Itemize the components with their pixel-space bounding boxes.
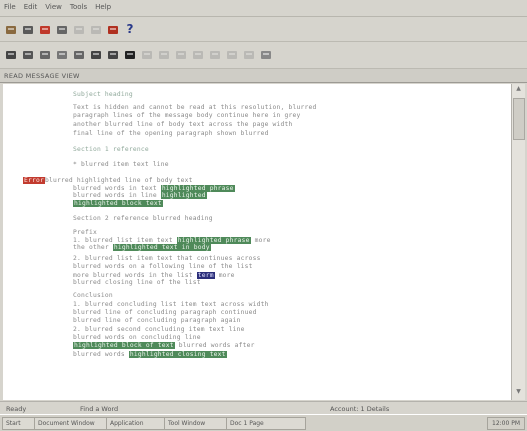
menu-bar: File Edit View Tools Help <box>0 0 527 17</box>
doc-line: Section 2 reference blurred heading <box>73 215 213 223</box>
taskbar-item[interactable]: Doc 1 Page <box>226 417 306 430</box>
doc-line: blurred words highlighted closing text <box>73 350 227 358</box>
doc-line: Errorblurred highlighted line of body te… <box>23 176 193 184</box>
table-icon[interactable] <box>89 47 103 61</box>
highlight-span: highlighted closing text <box>128 350 227 358</box>
doc-line: blurred words on a following line of the… <box>73 262 253 270</box>
text-span: more <box>214 271 235 279</box>
highlight-span: highlighted text in body <box>112 244 211 252</box>
cart-icon[interactable] <box>55 22 69 36</box>
doc-line: the other highlighted text in body <box>73 244 211 252</box>
format-toolbar <box>0 42 527 69</box>
help-icon[interactable]: ? <box>123 22 137 36</box>
text-span: blurred words in text <box>73 184 161 192</box>
status-right: Account: 1 Details <box>330 405 390 413</box>
line-icon[interactable] <box>191 47 205 61</box>
page-icon[interactable] <box>72 47 86 61</box>
block-icon[interactable] <box>123 47 137 61</box>
doc-line: blurred line of concluding paragraph aga… <box>73 316 241 324</box>
doc-line: Text is hidden and cannot be read at thi… <box>73 104 317 112</box>
menu-file[interactable]: File <box>0 0 20 11</box>
grid-icon[interactable] <box>38 47 52 61</box>
system-tray: 12:00 PM <box>487 417 525 430</box>
text-span: blurred words after <box>174 341 255 349</box>
doc-line: Section 1 reference <box>73 146 149 154</box>
doc-line: Subject heading <box>73 90 133 98</box>
doc-line: more blurred words in the list term more <box>73 271 235 279</box>
menu-tools[interactable]: Tools <box>66 0 91 11</box>
taskbar-item[interactable]: Application <box>106 417 168 430</box>
doc-line: another blurred line of body text across… <box>73 121 293 129</box>
check-icon[interactable] <box>21 47 35 61</box>
vertical-scrollbar[interactable]: ▲ ▼ <box>511 84 525 400</box>
text-span: more blurred words in the list <box>73 271 197 279</box>
car-icon[interactable] <box>38 22 52 36</box>
highlight-span: highlighted phrase <box>160 184 235 192</box>
text-span: 1. blurred list item text <box>73 236 177 244</box>
highlight-span: Error <box>23 176 45 184</box>
doc-line: final line of the opening paragraph show… <box>73 130 269 138</box>
application-window: File Edit View Tools Help ? READ MESSAGE VIE… <box>0 0 527 431</box>
doc-line: blurred words on concluding line <box>73 333 201 341</box>
taskbar-item[interactable]: Tool Window <box>164 417 230 430</box>
gear-icon[interactable] <box>72 22 86 36</box>
doc-line: highlighted block text <box>73 200 163 208</box>
doc-line: blurred words in text highlighted phrase <box>73 184 235 192</box>
message-document[interactable]: Subject heading Text is hidden and cannot… <box>3 84 511 400</box>
doc-line: Conclusion <box>73 291 113 299</box>
columns-icon[interactable] <box>106 47 120 61</box>
doc-line: * blurred item text line <box>73 160 169 168</box>
text-span: blurred highlighted line of body text <box>44 176 193 184</box>
text-span: more <box>250 236 271 244</box>
doc-line: Prefix <box>73 228 97 236</box>
doc-line: 2. blurred list item text that continues… <box>73 254 261 262</box>
doc-line: paragraph lines of the message body cont… <box>73 112 301 120</box>
menu-edit[interactable]: Edit <box>20 0 42 11</box>
highlight-span: highlighted <box>160 192 207 200</box>
scroll-thumb[interactable] <box>513 98 525 140</box>
highlight-span: term <box>196 271 215 279</box>
highlight-span: highlighted phrase <box>176 236 251 244</box>
doc-line: blurred line of concluding paragraph con… <box>73 308 257 316</box>
image-icon[interactable] <box>225 47 239 61</box>
print-icon[interactable] <box>4 22 18 36</box>
highlight-span: highlighted block text <box>73 200 163 208</box>
stack-icon[interactable] <box>242 47 256 61</box>
taskbar-item[interactable]: Document Window <box>34 417 110 430</box>
flag-icon[interactable] <box>106 22 120 36</box>
doc-line: 2. blurred second concluding item text l… <box>73 325 245 333</box>
text-span: blurred words in line <box>73 192 161 200</box>
frame-icon[interactable] <box>208 47 222 61</box>
text-span: blurred words <box>73 350 129 358</box>
main-toolbar: ? <box>0 17 527 42</box>
scroll-down-icon[interactable]: ▼ <box>513 388 524 399</box>
doc-line: blurred closing line of the list <box>73 279 201 287</box>
menu-help[interactable]: Help <box>91 0 115 11</box>
brush-icon[interactable] <box>157 47 171 61</box>
doc-line: 1. blurred concluding list item text acr… <box>73 300 269 308</box>
pencil-icon[interactable] <box>89 22 103 36</box>
status-left: Ready <box>6 405 27 413</box>
doc-line: highlighted block of text blurred words … <box>73 341 255 349</box>
view-title-bar: READ MESSAGE VIEW <box>0 69 527 83</box>
doc-line: 1. blurred list item text highlighted ph… <box>73 236 271 244</box>
status-mid: Find a Word <box>80 405 119 413</box>
pointer-icon[interactable] <box>4 47 18 61</box>
text-span: the other <box>73 244 113 252</box>
scroll-up-icon[interactable]: ▲ <box>513 85 524 96</box>
pen-icon[interactable] <box>174 47 188 61</box>
doc-icon[interactable] <box>259 47 273 61</box>
highlight-span: highlighted block of text <box>73 341 175 349</box>
list-icon[interactable] <box>55 47 69 61</box>
doc-line: blurred words in line highlighted <box>73 192 207 200</box>
cut-icon[interactable] <box>21 22 35 36</box>
status-bar: Ready Find a Word Account: 1 Details <box>0 401 527 414</box>
menu-view[interactable]: View <box>41 0 66 11</box>
arrow-icon[interactable] <box>140 47 154 61</box>
start-button[interactable]: Start <box>2 417 38 430</box>
taskbar: 12:00 PM Start Document Window Application… <box>0 414 527 431</box>
view-title: READ MESSAGE VIEW <box>4 72 80 80</box>
